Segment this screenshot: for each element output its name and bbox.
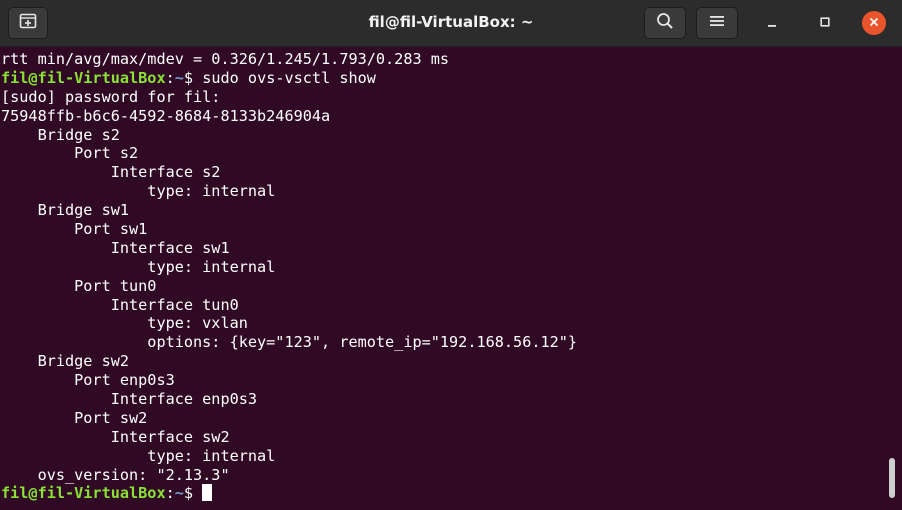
prompt-user-host: fil@fil-VirtualBox	[1, 484, 166, 503]
maximize-button[interactable]	[813, 11, 837, 35]
output-line: Interface enp0s3	[1, 390, 258, 409]
prompt-path: ~	[174, 484, 184, 503]
hamburger-menu-icon	[710, 14, 724, 32]
prompt-user-host: fil@fil-VirtualBox	[1, 68, 166, 87]
output-line: Port sw2	[1, 408, 148, 427]
title-bar: fil@fil-VirtualBox: ~	[0, 0, 902, 47]
output-line: type: vxlan	[1, 314, 248, 333]
terminal-output[interactable]: rtt min/avg/max/mdev = 0.326/1.245/1.793…	[0, 46, 890, 510]
output-line: type: internal	[1, 257, 276, 276]
text-cursor	[202, 484, 213, 502]
output-line: Interface sw2	[1, 427, 230, 446]
output-line: Bridge sw1	[1, 201, 130, 220]
output-line: Port enp0s3	[1, 371, 175, 390]
terminal-window: fil@fil-VirtualBox: ~ rtt min/avg/max/md…	[0, 0, 902, 510]
prompt-symbol: $	[183, 484, 203, 503]
search-icon	[656, 12, 674, 35]
prompt-symbol: $	[183, 68, 203, 87]
output-line: rtt min/avg/max/mdev = 0.326/1.245/1.793…	[1, 50, 450, 68]
prompt-colon: :	[165, 484, 175, 503]
output-line: type: internal	[1, 446, 276, 465]
scrollbar-thumb[interactable]	[889, 458, 895, 498]
output-line: Port sw1	[1, 220, 148, 239]
output-line: Bridge s2	[1, 125, 120, 144]
new-tab-icon	[19, 13, 37, 34]
prompt-line: fil@fil-VirtualBox:~$	[1, 484, 890, 503]
output-line: options: {key="123", remote_ip="192.168.…	[1, 333, 578, 352]
command-text: sudo ovs-vsctl show	[202, 68, 376, 87]
output-line: 75948ffb-b6c6-4592-8684-8133b246904a	[1, 106, 331, 125]
output-line: Port tun0	[1, 276, 157, 295]
close-button[interactable]	[862, 11, 886, 35]
output-line: type: internal	[1, 182, 276, 201]
output-line: Port s2	[1, 144, 139, 163]
output-line: Interface tun0	[1, 295, 239, 314]
output-line: Interface sw1	[1, 238, 230, 257]
prompt-path: ~	[174, 68, 184, 87]
output-line: [sudo] password for fil:	[1, 87, 221, 106]
minimize-button[interactable]	[760, 11, 784, 35]
minimize-icon	[767, 14, 777, 32]
maximize-icon	[820, 14, 830, 32]
menu-button[interactable]	[696, 7, 738, 39]
output-line: Bridge sw2	[1, 352, 130, 371]
search-button[interactable]	[644, 7, 686, 39]
prompt-line: fil@fil-VirtualBox:~$ sudo ovs-vsctl sho…	[1, 69, 890, 88]
window-title: fil@fil-VirtualBox: ~	[368, 13, 534, 31]
close-icon	[869, 14, 879, 32]
new-tab-button[interactable]	[8, 7, 48, 39]
output-line: Interface s2	[1, 163, 221, 182]
prompt-colon: :	[165, 68, 175, 87]
output-line: ovs_version: "2.13.3"	[1, 465, 230, 484]
